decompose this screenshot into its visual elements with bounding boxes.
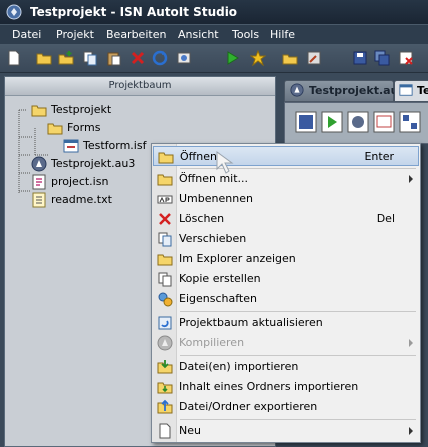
delete-icon[interactable] (130, 50, 146, 66)
menu-item-export[interactable]: Datei/Ordner exportieren (153, 397, 419, 417)
autoit-tab-icon (290, 83, 304, 97)
window-title: Testprojekt - ISN AutoIt Studio (30, 5, 238, 19)
new-folder-icon[interactable] (58, 50, 74, 66)
import-files-icon (157, 360, 173, 374)
delete-icon (159, 213, 171, 225)
favorite-star-icon[interactable] (250, 50, 266, 66)
context-menu: Öffnen Enter Öffnen mit... Umbenennen Lö… (151, 143, 421, 443)
settings-icon[interactable] (176, 50, 192, 66)
menu-item-import-folder[interactable]: Inhalt eines Ordners importieren (153, 377, 419, 397)
import-folder-icon (157, 382, 173, 394)
menu-separator (180, 311, 416, 312)
menu-item-new[interactable]: Neu (153, 421, 419, 441)
app-icon (6, 4, 22, 20)
layout-tool-icon[interactable] (399, 111, 421, 133)
menu-item-move[interactable]: Verschieben (153, 229, 419, 249)
form-tool-icon[interactable] (373, 111, 395, 133)
folder-open-icon (47, 123, 63, 135)
menu-item-properties[interactable]: Eigenschaften (153, 289, 419, 309)
submenu-arrow-icon (409, 175, 413, 183)
export-icon (157, 399, 173, 414)
menu-item-copy[interactable]: Kopie erstellen (153, 269, 419, 289)
properties-icon (158, 292, 173, 307)
menu-separator (180, 355, 416, 356)
save-tool-icon[interactable] (295, 111, 317, 133)
folder-tool-icon[interactable] (282, 50, 298, 66)
tab-testprojekt-au3[interactable]: Testprojekt.au3 (284, 80, 406, 102)
folder-open-icon (158, 152, 174, 164)
menu-bar: Datei Projekt Bearbeiten Ansicht Tools H… (0, 24, 428, 45)
menu-datei[interactable]: Datei (12, 28, 41, 41)
menu-bearbeiten[interactable]: Bearbeiten (106, 28, 166, 41)
menu-item-show-in-explorer[interactable]: Im Explorer anzeigen (153, 249, 419, 269)
tab-label: Testprojekt.au3 (309, 84, 407, 97)
menu-item-refresh-tree[interactable]: Projektbaum aktualisieren (153, 313, 419, 333)
menu-item-open-with[interactable]: Öffnen mit... (153, 169, 419, 189)
mouse-cursor-icon (216, 151, 234, 174)
title-bar: Testprojekt - ISN AutoIt Studio (0, 0, 428, 24)
save-all-icon[interactable] (374, 50, 390, 66)
menu-tools[interactable]: Tools (232, 28, 259, 41)
folder-icon (157, 174, 173, 186)
submenu-arrow-icon (409, 427, 413, 435)
autoit-script-icon (31, 156, 47, 172)
menu-item-import-files[interactable]: Datei(en) importieren (153, 357, 419, 377)
run-tool-icon[interactable] (321, 111, 343, 133)
paste-icon[interactable] (106, 50, 122, 66)
submenu-arrow-icon (409, 339, 413, 347)
menu-item-open[interactable]: Öffnen Enter (153, 146, 419, 166)
menu-item-rename[interactable]: Umbenennen (153, 189, 419, 209)
project-file-icon (32, 174, 46, 190)
open-folder-icon[interactable] (36, 50, 52, 66)
tab-label-2: Te (417, 84, 428, 97)
new-file-icon[interactable] (6, 50, 22, 66)
tools-icon[interactable] (306, 50, 322, 66)
toolbar (0, 44, 428, 73)
compile-icon (157, 335, 173, 351)
close-file-icon[interactable] (398, 50, 414, 66)
new-file-icon (159, 423, 171, 439)
compile-tool-icon[interactable] (347, 111, 369, 133)
refresh-icon (158, 316, 172, 330)
menu-item-delete[interactable]: Löschen Del (153, 209, 419, 229)
explorer-folder-icon (157, 254, 173, 266)
editor-toolbar (284, 102, 428, 144)
copy-icon (158, 272, 172, 287)
form-file-icon (63, 139, 79, 153)
run-icon[interactable] (224, 50, 240, 66)
menu-item-compile[interactable]: Kompilieren (153, 333, 419, 353)
menu-separator (180, 419, 416, 420)
save-icon[interactable] (352, 50, 368, 66)
form-tab-icon (399, 84, 413, 96)
folder-icon (31, 105, 47, 117)
project-tree-header: Projektbaum (5, 77, 275, 96)
rename-icon (157, 195, 173, 204)
copy-icon[interactable] (82, 50, 98, 66)
menu-ansicht[interactable]: Ansicht (178, 28, 219, 41)
menu-hilfe[interactable]: Hilfe (270, 28, 295, 41)
menu-projekt[interactable]: Projekt (56, 28, 94, 41)
tab-second[interactable]: Te (394, 80, 428, 102)
move-icon (158, 232, 172, 247)
refresh-icon[interactable] (152, 50, 168, 66)
text-file-icon (32, 192, 46, 208)
